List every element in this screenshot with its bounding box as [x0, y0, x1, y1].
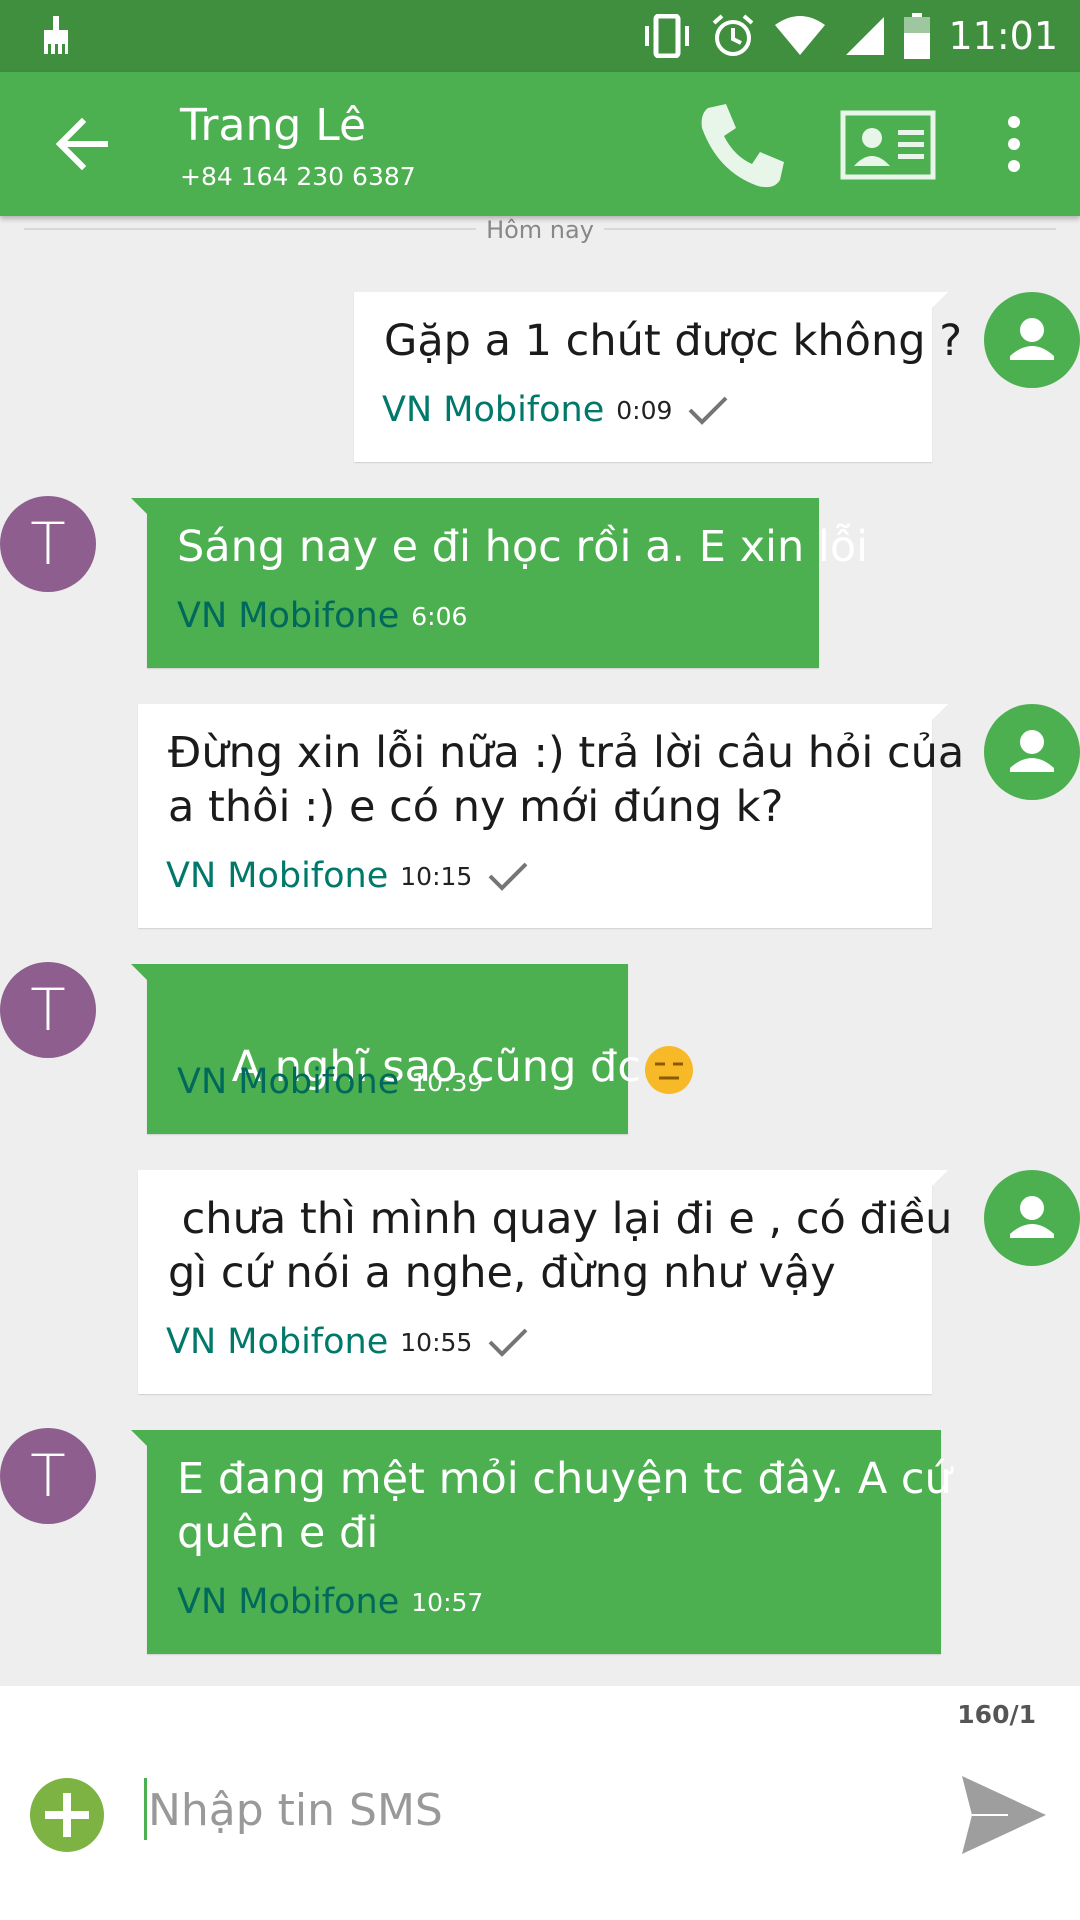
contact-number: +84 164 230 6387: [180, 162, 416, 191]
my-avatar[interactable]: [984, 704, 1080, 800]
message-text: gì cứ nói a nghe, đừng như vậy: [168, 1248, 836, 1298]
person-icon: [1010, 1196, 1054, 1238]
my-avatar[interactable]: [984, 292, 1080, 388]
message-carrier: VN Mobifone: [177, 596, 400, 636]
message-text: chưa thì mình quay lại đi e , có điều: [168, 1194, 953, 1244]
message-carrier: VN Mobifone: [177, 1062, 400, 1102]
message-time: 0:09: [616, 395, 673, 425]
expressionless-face-emoji: [644, 1045, 693, 1094]
date-divider-label: Hôm nay: [476, 216, 604, 244]
sms-input[interactable]: [146, 1772, 930, 1848]
message-bubble-outgoing[interactable]: chưa thì mình quay lại đi e , có điều gì…: [138, 1170, 952, 1394]
message-bubble-outgoing[interactable]: Gặp a 1 chút được không ? VN Mobifone 0:…: [354, 292, 962, 462]
contact-avatar[interactable]: T: [0, 1428, 96, 1524]
contact-name: Trang Lê: [180, 100, 367, 151]
delivered-check-icon: [488, 862, 528, 891]
contact-card-icon[interactable]: [840, 110, 936, 180]
message-carrier: VN Mobifone: [166, 856, 389, 896]
message-time: 10:39: [411, 1067, 484, 1097]
message-carrier: VN Mobifone: [382, 390, 605, 430]
message-carrier: VN Mobifone: [166, 1322, 389, 1362]
message-text: Gặp a 1 chút được không ?: [384, 316, 963, 366]
conversation-header: Trang Lê +84 164 230 6387: [0, 72, 1080, 216]
message-composer: 160/1: [0, 1686, 1080, 1920]
message-text: Sáng nay e đi học rồi a. E xin lỗi: [177, 522, 869, 572]
message-time: 6:06: [411, 601, 468, 631]
wifi-icon: [774, 14, 826, 58]
back-arrow-icon[interactable]: [52, 116, 116, 172]
signal-icon: [844, 14, 886, 58]
message-text: a thôi :) e có ny mới đúng k?: [168, 782, 784, 832]
delivered-check-icon: [688, 396, 728, 425]
status-time: 11:01: [948, 14, 1058, 58]
add-attachment-icon[interactable]: [28, 1776, 106, 1854]
message-bubble-incoming[interactable]: E đang mệt mỏi chuyện tc đây. A cứ quên …: [131, 1430, 952, 1654]
send-icon[interactable]: [958, 1770, 1048, 1860]
my-avatar[interactable]: [984, 1170, 1080, 1266]
message-time: 10:55: [400, 1327, 473, 1357]
phone-icon[interactable]: [694, 98, 790, 194]
message-time: 10:15: [400, 861, 473, 891]
message-bubble-incoming[interactable]: Sáng nay e đi học rồi a. E xin lỗi VN Mo…: [131, 498, 868, 668]
vibrate-icon: [642, 14, 692, 58]
delivered-check-icon: [488, 1328, 528, 1357]
more-options-icon[interactable]: [994, 108, 1034, 180]
status-bar: 11:01: [0, 0, 1080, 72]
battery-icon: [904, 13, 931, 59]
contact-avatar[interactable]: T: [0, 496, 96, 592]
person-icon: [1010, 318, 1054, 360]
person-icon: [1010, 730, 1054, 772]
alarm-icon: [710, 14, 756, 58]
message-bubble-outgoing[interactable]: Đừng xin lỗi nữa :) trả lời câu hỏi của …: [138, 704, 964, 928]
cleaner-icon: [36, 14, 76, 58]
message-text: E đang mệt mỏi chuyện tc đây. A cứ: [177, 1454, 952, 1504]
message-carrier: VN Mobifone: [177, 1582, 400, 1622]
message-text: quên e đi: [177, 1508, 379, 1558]
contact-avatar[interactable]: T: [0, 962, 96, 1058]
message-bubble-incoming[interactable]: A nghĩ sao cũng đc VN Mobifone 10:39: [131, 964, 693, 1134]
character-counter: 160/1: [957, 1700, 1036, 1729]
message-time: 10:57: [411, 1587, 484, 1617]
message-text: Đừng xin lỗi nữa :) trả lời câu hỏi của: [168, 728, 965, 778]
